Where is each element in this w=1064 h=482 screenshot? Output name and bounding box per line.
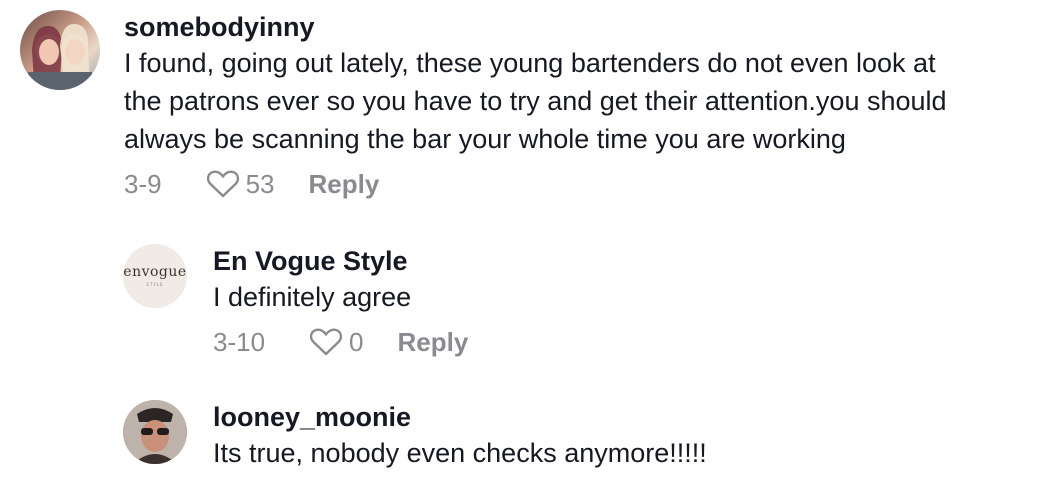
like-button[interactable]: 53 bbox=[206, 169, 275, 200]
comment-text: Its true, nobody even checks anymore!!!!… bbox=[213, 438, 707, 468]
comment-text: I definitely agree bbox=[213, 282, 412, 312]
reply-button[interactable]: Reply bbox=[398, 327, 469, 358]
comment-date: 3-10 bbox=[213, 326, 266, 357]
like-count: 53 bbox=[245, 168, 275, 199]
comment-text-line: I found, going out lately, these young b… bbox=[124, 48, 936, 78]
comment-text-line: the patrons ever so you have to try and … bbox=[124, 86, 947, 116]
user-avatar[interactable] bbox=[123, 400, 187, 464]
like-button[interactable]: 0 bbox=[309, 326, 364, 358]
comment-username[interactable]: En Vogue Style bbox=[213, 244, 468, 278]
comment-item: somebodyinny I found, going out lately, … bbox=[20, 10, 947, 204]
comment-meta: 3-10 0 Reply bbox=[213, 322, 468, 362]
comment-username[interactable]: looney_moonie bbox=[213, 400, 707, 434]
reply-button[interactable]: Reply bbox=[309, 169, 380, 200]
like-count: 0 bbox=[349, 326, 364, 357]
brand-logo-text: envogue bbox=[123, 264, 187, 280]
avatar-photo-icon bbox=[123, 400, 187, 464]
comment-date: 3-9 bbox=[124, 168, 162, 199]
avatar-photo-icon bbox=[28, 23, 92, 90]
user-avatar[interactable] bbox=[20, 10, 100, 90]
comment-text-line: always be scanning the bar your whole ti… bbox=[124, 124, 846, 154]
comment-item: envogue STYLE En Vogue Style I definitel… bbox=[123, 244, 468, 362]
heart-icon bbox=[206, 170, 239, 198]
comment-meta: 3-9 53 Reply bbox=[124, 164, 947, 204]
heart-icon bbox=[309, 328, 343, 356]
comment-item: looney_moonie Its true, nobody even chec… bbox=[123, 400, 707, 472]
comment-username[interactable]: somebodyinny bbox=[124, 10, 947, 44]
user-avatar[interactable]: envogue STYLE bbox=[123, 244, 187, 308]
brand-logo-subtext: STYLE bbox=[146, 282, 164, 287]
